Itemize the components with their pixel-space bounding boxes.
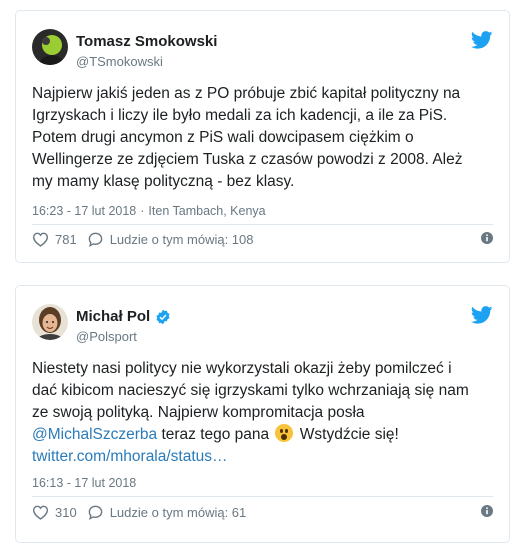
- astonished-face-emoji: [275, 424, 294, 442]
- talk-label: Ludzie o tym mówią: 61: [109, 504, 247, 520]
- tweet-text-line: Niestety nasi politycy nie wykorzystali …: [32, 360, 452, 377]
- author-name-text: Tomasz Smokowski: [76, 33, 218, 50]
- tweet-text: Niestety nasi politycy nie wykorzystali …: [32, 358, 495, 468]
- talk-label: Ludzie o tym mówią: 108: [109, 231, 254, 247]
- tweet-text-fragment: teraz tego pana: [157, 426, 274, 443]
- info-icon[interactable]: [481, 505, 493, 517]
- speech-bubble-icon: [88, 505, 103, 520]
- tweet-header: Tomasz Smokowski @TSmokowski: [32, 27, 493, 71]
- heart-icon: [32, 505, 49, 520]
- tweet-text-line: twitter.com/mhorala/status…: [32, 446, 495, 468]
- tweet-meta: 16:23 - 17 lut 2018 · Iten Tambach, Kenya: [32, 204, 266, 218]
- like-button[interactable]: 310: [32, 505, 77, 520]
- tweet-location[interactable]: Iten Tambach, Kenya: [148, 204, 265, 218]
- talk-button[interactable]: Ludzie o tym mówią: 108: [87, 232, 254, 247]
- verified-badge-icon: [156, 309, 170, 324]
- tweet-card[interactable]: Tomasz Smokowski @TSmokowski Najpierw ja…: [15, 10, 510, 263]
- author-name[interactable]: Tomasz Smokowski: [76, 33, 217, 50]
- tweet-timestamp[interactable]: 16:13 - 17 lut 2018: [32, 476, 136, 490]
- avatar[interactable]: [32, 29, 68, 65]
- tweet-actions: 781 Ludzie o tym mówią: 108: [32, 229, 493, 249]
- divider: [32, 224, 493, 225]
- tweet-text-line: Wellingerze ze zdjęciem Tuska z czasów p…: [32, 151, 463, 168]
- like-count: 310: [55, 504, 77, 520]
- twitter-bird-icon[interactable]: [471, 31, 493, 49]
- tweet-text-line: ze swoją polityką. Najpierw kompromitacj…: [32, 404, 365, 421]
- author-name-text: Michał Pol: [76, 308, 151, 325]
- tweet-text: Najpierw jakiś jeden as z PO próbuje zbi…: [32, 83, 495, 193]
- tweet-text-fragment: Wstydźcie się!: [295, 426, 399, 443]
- twitter-bird-icon[interactable]: [471, 306, 493, 324]
- avatar[interactable]: [32, 304, 68, 340]
- info-icon[interactable]: [481, 232, 493, 244]
- like-button[interactable]: 781: [32, 232, 77, 247]
- tweet-text-line: Najpierw jakiś jeden as z PO próbuje zbi…: [32, 85, 461, 102]
- author-name[interactable]: Michał Pol: [76, 308, 171, 325]
- tweet-text-line: @MichalSzczerba teraz tego pana Wstydźci…: [32, 424, 495, 446]
- divider: [32, 496, 493, 497]
- mention-link[interactable]: @MichalSzczerba: [32, 426, 157, 443]
- speech-bubble-icon: [88, 232, 103, 247]
- tweet-actions: 310 Ludzie o tym mówią: 61: [32, 502, 493, 522]
- meta-separator: ·: [140, 204, 145, 218]
- tweet-text-line: Igrzyskach i liczy ile było medali za ic…: [32, 107, 448, 124]
- author-handle[interactable]: @Polsport: [76, 329, 137, 344]
- tweet-text-line: my mamy klasę polityczną - bez klasy.: [32, 173, 295, 190]
- tweet-timestamp[interactable]: 16:23 - 17 lut 2018: [32, 204, 136, 218]
- author-handle[interactable]: @TSmokowski: [76, 54, 163, 69]
- tweet-header: Michał Pol @Polsport: [32, 302, 493, 346]
- talk-button[interactable]: Ludzie o tym mówią: 61: [87, 504, 247, 520]
- tweet-meta: 16:13 - 17 lut 2018: [32, 476, 136, 490]
- heart-icon: [32, 232, 49, 247]
- status-link[interactable]: twitter.com/mhorala/status…: [32, 448, 228, 465]
- tweet-text-line: dać kibicom nacieszyć się igrzyskami tyl…: [32, 382, 469, 399]
- like-count: 781: [55, 231, 77, 247]
- tweet-card[interactable]: Michał Pol @Polsport Niestety nasi polit…: [15, 285, 510, 543]
- tweet-text-line: Potem drugi ancymon z PiS wali dowcipase…: [32, 129, 414, 146]
